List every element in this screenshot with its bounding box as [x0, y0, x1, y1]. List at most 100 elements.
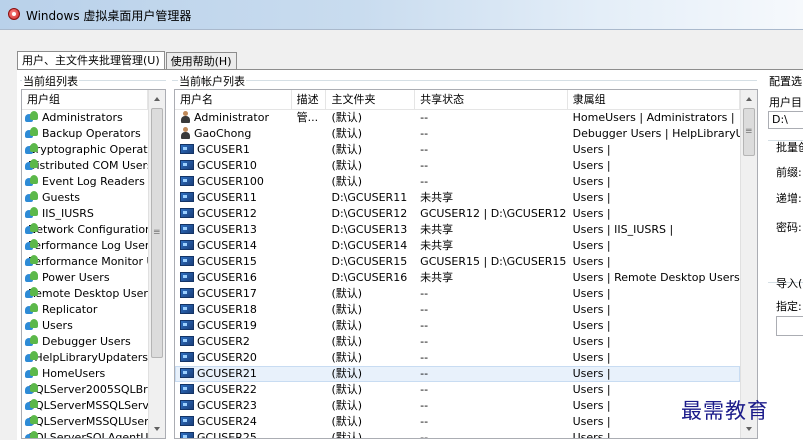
user-row[interactable]: GCUSER21 (默认) -- Users |	[175, 366, 740, 382]
home-folder-cell: (默认)	[326, 398, 415, 414]
user-name-cell: GCUSER12	[175, 206, 292, 222]
user-row[interactable]: GaoChong (默认) -- Debugger Users | HelpLibra…	[175, 126, 740, 142]
share-status-cell: --	[415, 350, 567, 366]
group-list-item[interactable]: Network Configuration Operators	[22, 222, 148, 238]
user-row[interactable]: Administrator 管... (默认) -- HomeUsers | Admin…	[175, 110, 740, 126]
user-row[interactable]: GCUSER16 D:\GCUSER16 未共享 Users | Remote Des…	[175, 270, 740, 286]
group-list-item[interactable]: Administrators	[22, 110, 148, 126]
scroll-thumb[interactable]	[151, 108, 163, 358]
virtual-desktop-icon	[180, 416, 194, 426]
group-name: Backup Operators	[42, 127, 141, 140]
col-description[interactable]: 描述	[292, 90, 327, 109]
title-bar[interactable]: Windows 虚拟桌面用户管理器	[0, 0, 803, 30]
home-folder-cell: (默认)	[326, 382, 415, 398]
tab-help[interactable]: 使用帮助(H)	[165, 52, 237, 69]
virtual-desktop-icon	[180, 384, 194, 394]
member-of-cell: Users |	[568, 238, 740, 254]
user-row[interactable]: GCUSER100 (默认) -- Users |	[175, 174, 740, 190]
user-group-icon	[25, 110, 39, 122]
group-list-item[interactable]: Guests	[22, 190, 148, 206]
share-status-cell: 未共享	[415, 222, 567, 238]
user-row[interactable]: GCUSER22 (默认) -- Users |	[175, 382, 740, 398]
member-of-text: Users |	[572, 239, 611, 252]
user-row[interactable]: GCUSER13 D:\GCUSER13 未共享 Users | IIS_IUSRS …	[175, 222, 740, 238]
scroll-up-arrow-icon[interactable]	[741, 90, 757, 107]
home-folder-text: D:\GCUSER15	[331, 255, 408, 268]
home-dir-input[interactable]: D:\	[768, 111, 803, 129]
user-row[interactable]: GCUSER19 (默认) -- Users |	[175, 318, 740, 334]
group-list-scrollbar[interactable]	[148, 90, 165, 438]
col-share-status[interactable]: 共享状态	[415, 90, 568, 109]
home-folder-text: (默认)	[331, 127, 363, 140]
user-list-scrollbar[interactable]	[740, 90, 757, 438]
col-username[interactable]: 用户名	[175, 90, 292, 109]
user-name-cell: GCUSER2	[175, 334, 292, 350]
user-row[interactable]: GCUSER24 (默认) -- Users |	[175, 414, 740, 430]
user-row[interactable]: GCUSER18 (默认) -- Users |	[175, 302, 740, 318]
share-status-text: 未共享	[420, 223, 454, 236]
group-list-item[interactable]: Performance Log Users	[22, 238, 148, 254]
group-list-item[interactable]: IIS_IUSRS	[22, 206, 148, 222]
group-list-item[interactable]: Power Users	[22, 270, 148, 286]
group-list-item[interactable]: Users	[22, 318, 148, 334]
scroll-thumb[interactable]	[743, 108, 755, 156]
virtual-desktop-icon	[180, 192, 194, 202]
share-status-cell: --	[415, 110, 567, 126]
user-row[interactable]: GCUSER1 (默认) -- Users |	[175, 142, 740, 158]
group-list-item[interactable]: Event Log Readers	[22, 174, 148, 190]
group-list-item[interactable]: SQLServerMSSQLUser$	[22, 414, 148, 430]
virtual-desktop-icon	[180, 176, 194, 186]
watermark: 最需教育	[681, 399, 769, 423]
users-panel-title: 当前帐户列表	[178, 73, 246, 89]
share-status-text: --	[420, 415, 429, 428]
user-name-cell: GCUSER1	[175, 142, 292, 158]
col-home-folder[interactable]: 主文件夹	[326, 90, 416, 109]
group-list-header: 用户组	[22, 90, 148, 110]
col-member-of[interactable]: 隶属组	[568, 90, 740, 109]
share-status-cell: --	[415, 174, 567, 190]
group-list-item[interactable]: SQLServerMSSQLServerADHelperUser	[22, 398, 148, 414]
group-list-item[interactable]: Cryptographic Operators	[22, 142, 148, 158]
group-listbox[interactable]: 用户组 Administrators Backup Operators Crypto…	[21, 89, 166, 439]
user-name-text: GCUSER17	[197, 287, 257, 300]
import-file-input[interactable]	[776, 316, 803, 336]
member-of-text: Users |	[572, 415, 611, 428]
virtual-desktop-icon	[180, 256, 194, 266]
description-cell	[292, 206, 327, 222]
user-row[interactable]: GCUSER10 (默认) -- Users |	[175, 158, 740, 174]
user-group-icon	[25, 270, 39, 282]
user-row[interactable]: GCUSER11 D:\GCUSER11 未共享 Users |	[175, 190, 740, 206]
group-list-item[interactable]: Distributed COM Users	[22, 158, 148, 174]
user-row[interactable]: GCUSER17 (默认) -- Users |	[175, 286, 740, 302]
user-row[interactable]: GCUSER14 D:\GCUSER14 未共享 Users |	[175, 238, 740, 254]
user-row[interactable]: GCUSER23 (默认) -- Users |	[175, 398, 740, 414]
user-listview[interactable]: 用户名 描述 主文件夹 共享状态 隶属组 Administrator 管... (默…	[174, 89, 758, 439]
user-group-icon	[25, 350, 39, 362]
user-name-cell: GCUSER17	[175, 286, 292, 302]
scroll-down-arrow-icon[interactable]	[149, 421, 165, 438]
group-list-item[interactable]: SQLServerSQLAgentUser$	[22, 430, 148, 438]
group-list-item[interactable]: HelpLibraryUpdaters	[22, 350, 148, 366]
col-user-group[interactable]: 用户组	[22, 90, 148, 109]
home-folder-text: D:\GCUSER13	[331, 223, 408, 236]
user-row[interactable]: GCUSER20 (默认) -- Users |	[175, 350, 740, 366]
user-name-text: GCUSER12	[197, 207, 257, 220]
group-list-item[interactable]: HomeUsers	[22, 366, 148, 382]
user-name-text: GaoChong	[194, 127, 252, 140]
user-row[interactable]: GCUSER15 D:\GCUSER15 GCUSER15 | D:\GCUSER1…	[175, 254, 740, 270]
group-list-item[interactable]: Backup Operators	[22, 126, 148, 142]
member-of-cell: Users |	[568, 430, 740, 438]
group-list-item[interactable]: Debugger Users	[22, 334, 148, 350]
share-status-cell: 未共享	[415, 190, 567, 206]
user-row[interactable]: GCUSER12 D:\GCUSER12 GCUSER12 | D:\GCUSER1…	[175, 206, 740, 222]
group-list-item[interactable]: Performance Monitor Users	[22, 254, 148, 270]
user-row[interactable]: GCUSER2 (默认) -- Users |	[175, 334, 740, 350]
group-list-item[interactable]: Replicator	[22, 302, 148, 318]
tab-user-management[interactable]: 用户、主文件夹批理管理(U)	[17, 51, 165, 69]
share-status-cell: --	[415, 286, 567, 302]
group-list-item[interactable]: SQLServer2005SQLBrowserUser	[22, 382, 148, 398]
scroll-up-arrow-icon[interactable]	[149, 90, 165, 107]
group-name: IIS_IUSRS	[42, 207, 94, 220]
group-list-item[interactable]: Remote Desktop Users	[22, 286, 148, 302]
user-row[interactable]: GCUSER25 (默认) -- Users |	[175, 430, 740, 438]
